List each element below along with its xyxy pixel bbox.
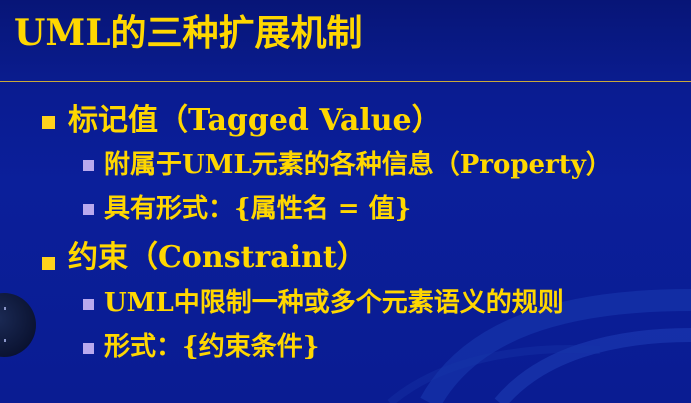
bullet-text-level2: 形式：{约束条件} <box>104 332 320 362</box>
bullet-text-level2: 附属于UML元素的各种信息（Property） <box>104 150 612 180</box>
bullet-level2 <box>83 299 94 310</box>
bullet-text-level2: UML中限制一种或多个元素语义的规则 <box>104 288 564 318</box>
side-dot-decoration <box>4 339 6 342</box>
bullet-level2 <box>83 343 94 354</box>
bullet-level1 <box>42 257 55 270</box>
bullet-level1 <box>42 116 55 129</box>
side-dot-decoration <box>4 307 6 310</box>
bullet-text-level2: 具有形式：{属性名 = 值} <box>104 194 412 224</box>
slide: UML的三种扩展机制 标记值（Tagged Value） 附属于UML元素的各种… <box>0 0 691 403</box>
bullet-level2 <box>83 204 94 215</box>
bullet-level2 <box>83 160 94 171</box>
bullet-text-level1: 标记值（Tagged Value） <box>68 103 442 138</box>
bullet-text-level1: 约束（Constraint） <box>68 240 367 275</box>
